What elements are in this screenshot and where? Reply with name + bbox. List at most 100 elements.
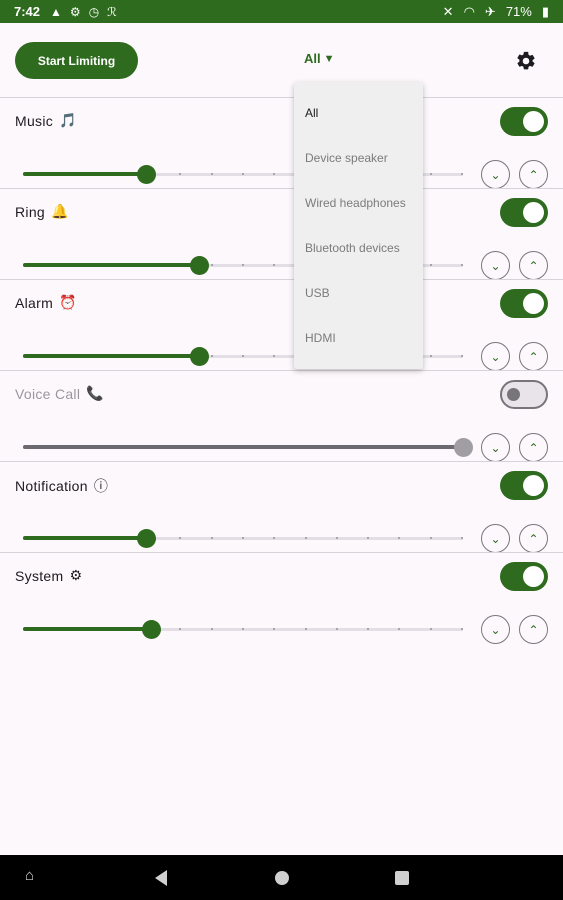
dropdown-option-device-speaker[interactable]: Device speaker [294,135,423,180]
stream-emoji: ⏰ [59,294,77,310]
output-device-selected: All [304,51,321,66]
stream-name: Ring [15,203,45,220]
stream-toggle-music[interactable] [500,107,548,136]
volume-up-button[interactable]: ⌃ [519,615,548,644]
slider-fill [23,445,463,449]
slider-thumb[interactable] [137,165,157,184]
stream-label-notification: Notification ⓘ [15,476,108,496]
volume-up-button[interactable]: ⌃ [519,160,548,189]
status-bar: 7:42 ▲ ⚙ ◷ ℛ ✕ ◠ ✈ 71% ▮ [0,0,563,23]
stream-label-alarm: Alarm ⏰ [15,294,77,311]
stream-toggle-ring[interactable] [500,198,548,227]
stream-emoji: 🎵 [59,112,77,128]
slider-thumb[interactable] [454,438,473,457]
slider-thumb[interactable] [141,620,161,639]
dropdown-option-wired-headphones[interactable]: Wired headphones [294,180,423,225]
stream-toggle-notification[interactable] [500,471,548,500]
stream-toggle-voice-call[interactable] [500,380,548,409]
chevron-down-icon: ⌄ [490,349,501,364]
stream-name: Notification [15,478,88,494]
dropdown-option-usb[interactable]: USB [294,270,423,315]
stream-emoji: 📞 [86,385,104,401]
chevron-down-icon: ⌄ [490,258,501,273]
stream-label-voice-call: Voice Call 📞 [15,385,104,402]
volume-up-button[interactable]: ⌃ [519,524,548,553]
output-device-selector[interactable]: All ▼ [304,51,335,66]
toggle-knob [523,475,544,496]
stream-row: Alarm ⏰ ⌄ ⌃ [0,279,563,371]
stream-emoji: 🔔 [51,203,69,219]
volume-slider-notification[interactable] [23,528,463,548]
home-icon[interactable] [275,871,289,885]
volume-up-button[interactable]: ⌃ [519,433,548,462]
chevron-down-icon: ⌄ [490,167,501,182]
volume-up-button[interactable]: ⌃ [519,342,548,371]
stream-name: Voice Call [15,385,81,402]
chevron-up-icon: ⌃ [528,531,539,546]
volume-down-button[interactable]: ⌄ [481,251,510,280]
toggle-knob [507,388,520,401]
alarm-clock-icon: ◷ [88,4,100,19]
chevron-up-icon: ⌃ [528,349,539,364]
stream-label-music: Music 🎵 [15,112,77,129]
gear-icon[interactable] [515,50,537,72]
toggle-knob [523,202,544,223]
stream-row: System ⚙ ⌄ ⌃ [0,552,563,644]
stream-name: Alarm [15,294,54,311]
mute-icon: ✕ [442,3,454,19]
chevron-down-icon: ⌄ [490,622,501,637]
chevron-down-icon: ⌄ [490,531,501,546]
wifi-icon: ◠ [463,3,475,19]
stream-toggle-alarm[interactable] [500,289,548,318]
stream-emoji: ⓘ [93,478,109,494]
volume-slider-system[interactable] [23,619,463,639]
stream-emoji: ⚙ [69,567,83,583]
volume-slider-voice-call[interactable] [23,437,473,457]
stream-name: Music [15,112,54,129]
slider-thumb[interactable] [137,529,157,548]
stream-label-system: System ⚙ [15,567,82,584]
slider-fill [23,627,151,631]
slider-fill [23,536,147,540]
battery-icon: ▮ [541,3,549,19]
toggle-knob [523,111,544,132]
slider-fill [23,263,199,267]
stream-row: Music 🎵 ⌄ ⌃ [0,97,563,189]
volume-down-button[interactable]: ⌄ [481,615,510,644]
stream-row: Notification ⓘ ⌄ ⌃ [0,461,563,553]
chevron-up-icon: ⌃ [528,258,539,273]
volume-down-button[interactable]: ⌄ [481,342,510,371]
start-limiting-button[interactable]: Start Limiting [15,42,138,79]
dropdown-option-bluetooth-devices[interactable]: Bluetooth devices [294,225,423,270]
dropdown-option-all[interactable]: All [294,90,423,135]
app-icon: ℛ [107,4,117,19]
kids-home-icon[interactable]: ⌂ [25,867,34,884]
stream-toggle-system[interactable] [500,562,548,591]
chevron-up-icon: ⌃ [528,440,539,455]
slider-thumb[interactable] [190,347,209,366]
top-bar: Start Limiting All ▼ [0,23,563,97]
warning-icon: ▲ [50,4,62,19]
stream-row: Ring 🔔 ⌄ ⌃ [0,188,563,280]
output-device-dropdown: All Device speaker Wired headphones Blue… [294,82,423,369]
chevron-up-icon: ⌃ [528,622,539,637]
airplane-icon: ✈ [484,3,496,19]
toggle-knob [523,293,544,314]
back-icon[interactable] [155,870,167,886]
dropdown-option-hdmi[interactable]: HDMI [294,315,423,360]
stream-name: System [15,567,64,584]
slider-fill [23,354,199,358]
slider-fill [23,172,147,176]
volume-down-button[interactable]: ⌄ [481,160,510,189]
volume-up-button[interactable]: ⌃ [519,251,548,280]
volume-down-button[interactable]: ⌄ [481,524,510,553]
settings-sync-icon: ⚙ [69,4,81,19]
slider-thumb[interactable] [190,256,209,275]
status-time: 7:42 [14,4,41,19]
volume-down-button[interactable]: ⌄ [481,433,510,462]
caret-down-icon: ▼ [323,52,335,65]
recent-apps-icon[interactable] [395,871,409,885]
chevron-down-icon: ⌄ [490,440,501,455]
navigation-bar: ⌂ [0,855,563,900]
stream-row: Voice Call 📞 ⌄ ⌃ [0,370,563,462]
